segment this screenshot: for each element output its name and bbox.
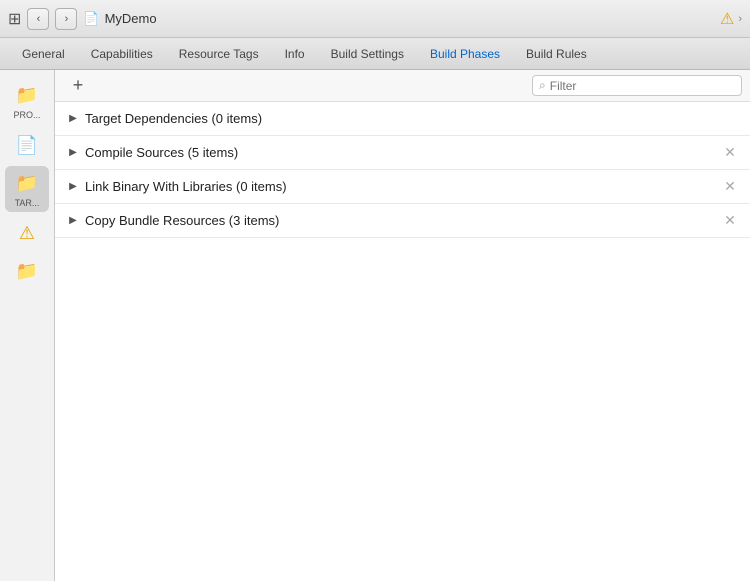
phase-row-link-binary[interactable]: ▶ Link Binary With Libraries (0 items) ✕: [55, 170, 750, 204]
phases-list: ▶ Target Dependencies (0 items) ▶ Compil…: [55, 102, 750, 581]
title-bar: ⊞ ‹ › 📄 MyDemo ⚠ ›: [0, 0, 750, 38]
tab-bar: General Capabilities Resource Tags Info …: [0, 38, 750, 70]
phase-label-link-binary: Link Binary With Libraries (0 items): [85, 179, 722, 194]
collapse-triangle-compile-sources: ▶: [67, 147, 79, 159]
sidebar-item-file[interactable]: 📄: [5, 128, 49, 162]
sidebar-item-project[interactable]: 📁 PRO...: [5, 78, 49, 124]
sidebar-item-target[interactable]: 📁 TAR...: [5, 166, 49, 212]
filter-icon: ⌕: [539, 78, 546, 93]
warning-icon: ⚠: [720, 9, 734, 29]
phase-label-compile-sources: Compile Sources (5 items): [85, 145, 722, 160]
tab-capabilities[interactable]: Capabilities: [79, 43, 165, 65]
main-layout: 📁 PRO... 📄 📁 TAR... ⚠ 📁 + ⌕: [0, 70, 750, 581]
folder2-icon: 📁: [11, 258, 43, 284]
grid-icon[interactable]: ⊞: [8, 9, 21, 29]
sidebar-item-warning[interactable]: ⚠: [5, 216, 49, 250]
title-bar-left: ⊞ ‹ › 📄 MyDemo: [8, 8, 157, 30]
tab-general[interactable]: General: [10, 43, 77, 65]
content-toolbar: + ⌕: [55, 70, 750, 102]
title-chevron-icon: ›: [738, 13, 742, 25]
filter-input[interactable]: [550, 79, 735, 93]
chevron-left-icon: ‹: [37, 13, 41, 25]
file-icon: 📄: [83, 11, 99, 27]
collapse-triangle-copy-bundle: ▶: [67, 215, 79, 227]
filter-box[interactable]: ⌕: [532, 75, 742, 96]
phase-row-compile-sources[interactable]: ▶ Compile Sources (5 items) ✕: [55, 136, 750, 170]
phase-label-copy-bundle: Copy Bundle Resources (3 items): [85, 213, 722, 228]
tab-build-phases[interactable]: Build Phases: [418, 43, 512, 65]
title-text: MyDemo: [105, 11, 157, 26]
window-title: 📄 MyDemo: [83, 11, 156, 27]
project-icon: 📁: [11, 82, 43, 108]
title-bar-right: ⚠ ›: [720, 9, 742, 29]
sidebar-item-project-label: PRO...: [13, 110, 40, 120]
tab-build-settings[interactable]: Build Settings: [319, 43, 416, 65]
content-area: + ⌕ ▶ Target Dependencies (0 items) ▶ Co…: [55, 70, 750, 581]
warning-small-icon: ⚠: [11, 220, 43, 246]
tab-build-rules[interactable]: Build Rules: [514, 43, 599, 65]
close-copy-bundle-button[interactable]: ✕: [722, 213, 738, 229]
nav-back-button[interactable]: ‹: [27, 8, 49, 30]
sidebar: 📁 PRO... 📄 📁 TAR... ⚠ 📁: [0, 70, 55, 581]
add-phase-button[interactable]: +: [67, 75, 89, 97]
tab-resource-tags[interactable]: Resource Tags: [167, 43, 271, 65]
close-link-binary-button[interactable]: ✕: [722, 179, 738, 195]
nav-forward-button[interactable]: ›: [55, 8, 77, 30]
phase-label-target-deps: Target Dependencies (0 items): [85, 111, 738, 126]
collapse-triangle-link-binary: ▶: [67, 181, 79, 193]
collapse-triangle-target-deps: ▶: [67, 113, 79, 125]
chevron-right-icon: ›: [65, 13, 69, 25]
file-blue-icon: 📄: [11, 132, 43, 158]
close-compile-sources-button[interactable]: ✕: [722, 145, 738, 161]
phase-row-copy-bundle[interactable]: ▶ Copy Bundle Resources (3 items) ✕: [55, 204, 750, 238]
sidebar-item-target-label: TAR...: [15, 198, 40, 208]
tab-info[interactable]: Info: [273, 43, 317, 65]
sidebar-item-folder2[interactable]: 📁: [5, 254, 49, 288]
target-icon: 📁: [11, 170, 43, 196]
phase-row-target-deps[interactable]: ▶ Target Dependencies (0 items): [55, 102, 750, 136]
